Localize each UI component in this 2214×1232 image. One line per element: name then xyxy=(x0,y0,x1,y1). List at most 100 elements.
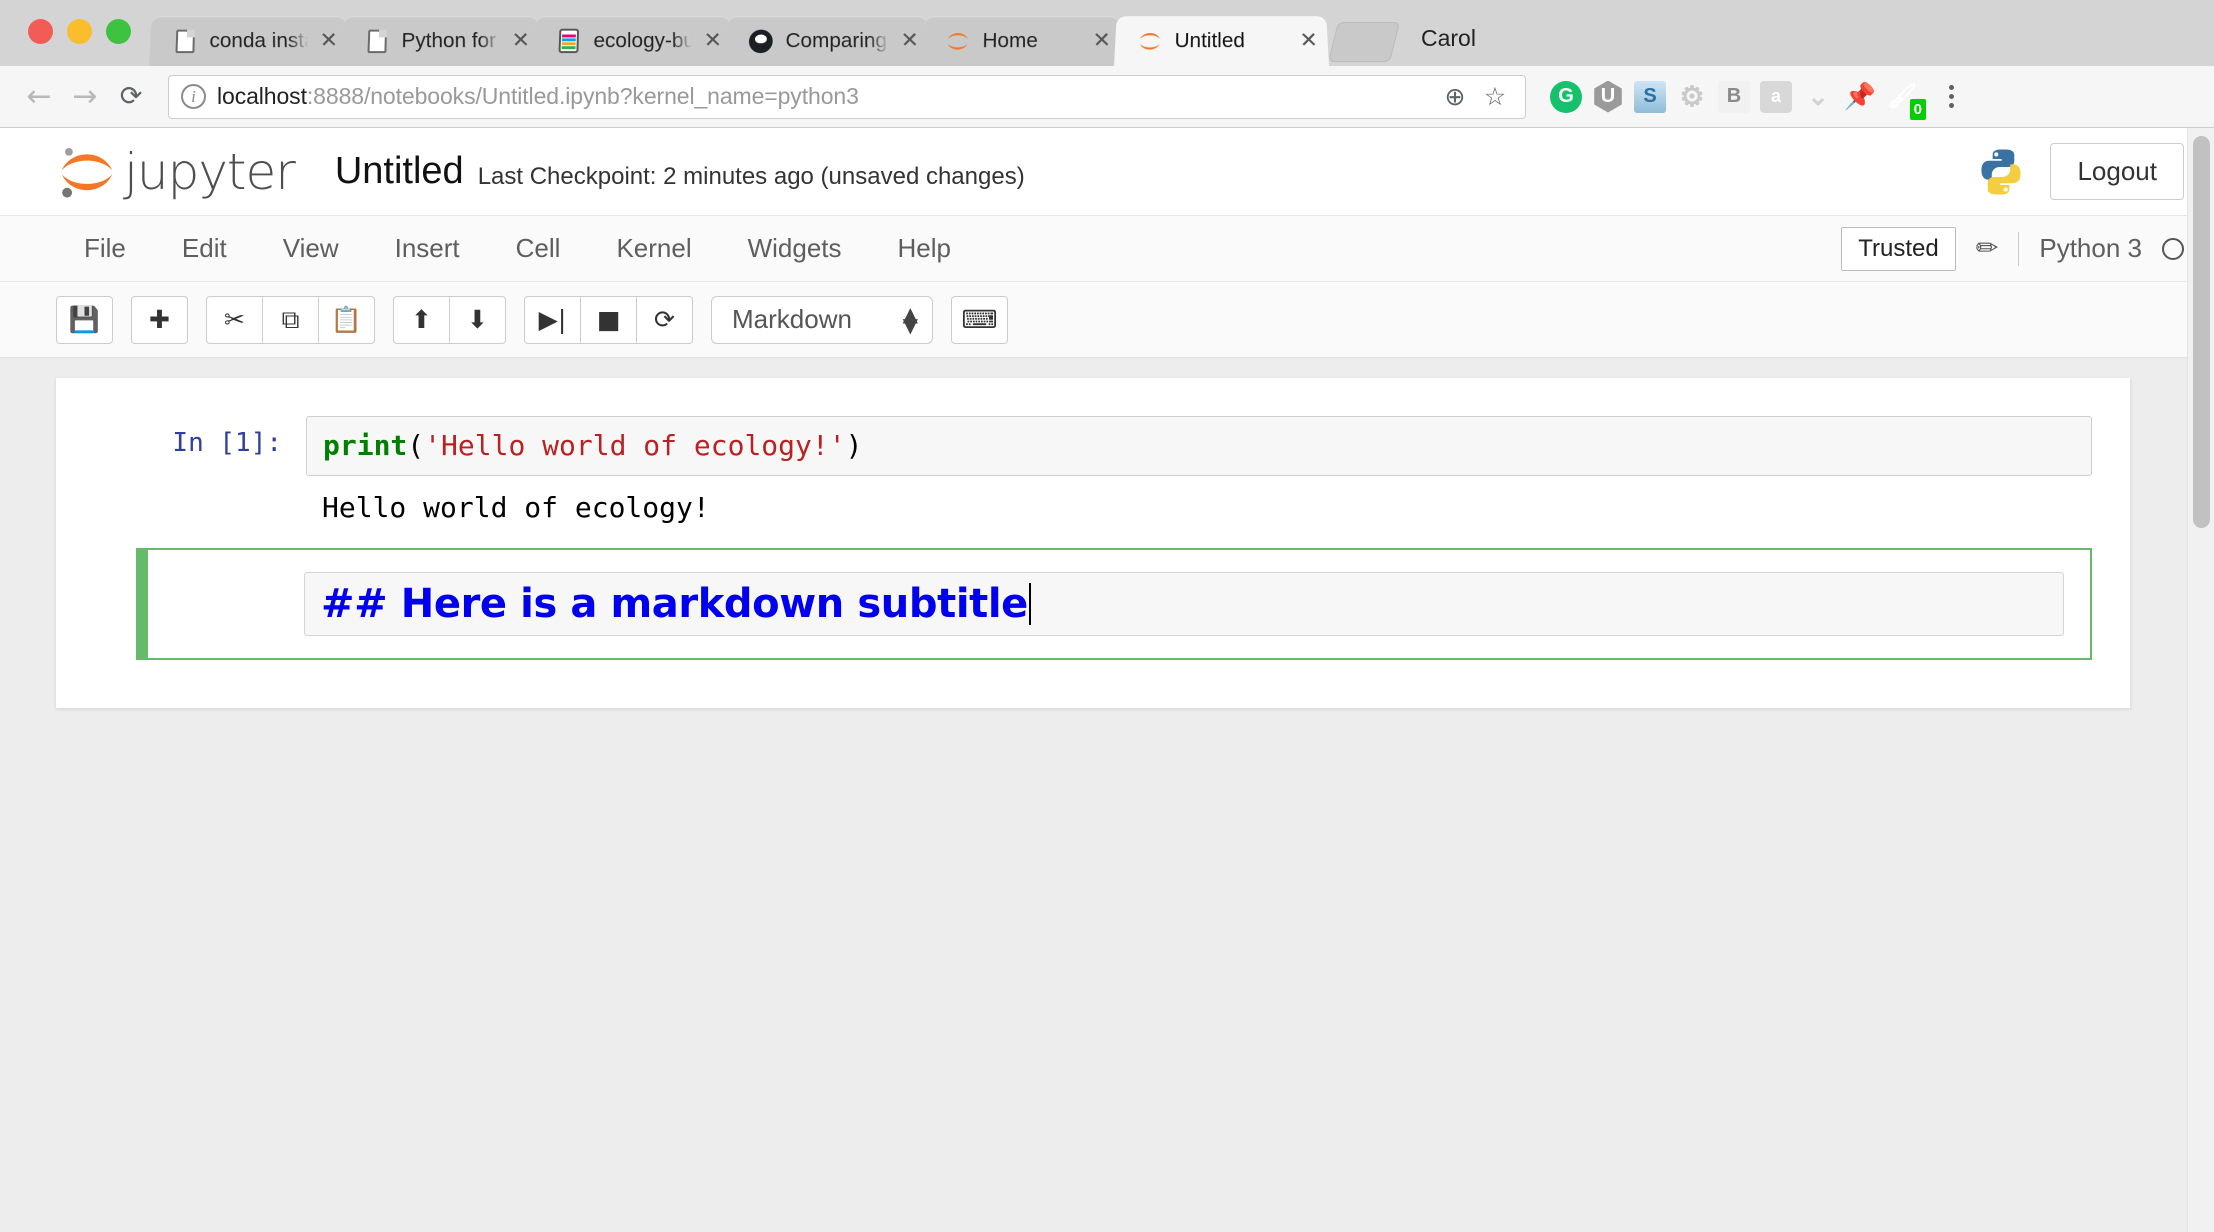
cell-type-value: Markdown xyxy=(732,304,852,335)
notebook-name[interactable]: Untitled xyxy=(335,150,464,193)
toolbar-group-run: ▶| ■ ⟳ xyxy=(524,296,693,344)
omnibox-actions: ⊕ ☆ xyxy=(1437,79,1513,115)
jupyter-wordmark[interactable]: jupyter xyxy=(124,143,295,201)
paste-cell-button[interactable]: 📋 xyxy=(318,296,375,344)
tab-title: conda install — C xyxy=(209,29,308,52)
back-button[interactable]: ← xyxy=(16,74,62,120)
header-actions: Logout xyxy=(1974,143,2184,200)
menu-widgets[interactable]: Widgets xyxy=(720,233,870,264)
s-extension-icon[interactable]: S xyxy=(1634,81,1666,113)
interrupt-kernel-button[interactable]: ■ xyxy=(580,296,637,344)
a-extension-icon[interactable]: a xyxy=(1760,81,1792,113)
logout-button[interactable]: Logout xyxy=(2050,143,2184,200)
checkpoint-status: Last Checkpoint: 2 minutes ago (unsaved … xyxy=(478,153,1025,191)
insert-cell-below-button[interactable]: ✚ xyxy=(131,296,188,344)
close-tab-icon[interactable]: ✕ xyxy=(900,30,919,51)
browser-tab-home[interactable]: Home ✕ xyxy=(922,16,1122,66)
b-extension-icon[interactable]: B xyxy=(1718,81,1750,113)
close-tab-icon[interactable]: ✕ xyxy=(1092,30,1111,51)
reload-button[interactable]: ⟳ xyxy=(108,74,154,120)
paintbrush-extension-icon[interactable]: 🖌 0 xyxy=(1886,81,1918,113)
kernel-name[interactable]: Python 3 xyxy=(2039,233,2142,264)
browser-tab-conda-install[interactable]: conda install — C ✕ xyxy=(149,16,349,66)
github-icon xyxy=(747,28,774,53)
menu-view[interactable]: View xyxy=(255,233,367,264)
gear-extension-icon[interactable]: ⚙ xyxy=(1676,81,1708,113)
forward-button[interactable]: → xyxy=(62,74,108,120)
minimize-window-button[interactable] xyxy=(67,19,92,44)
page-scrollbar[interactable] xyxy=(2187,128,2214,1232)
code-cell[interactable]: In [1]: print('Hello world of ecology!') xyxy=(56,402,2130,490)
code-cell-output: Hello world of ecology! xyxy=(56,490,2130,536)
code-token-open-paren: ( xyxy=(407,429,424,462)
close-tab-icon[interactable]: ✕ xyxy=(1299,30,1318,51)
restart-kernel-button[interactable]: ⟳ xyxy=(636,296,693,344)
browser-tabstrip: conda install — C ✕ Python for ecologi ✕… xyxy=(0,0,2214,66)
jupyter-menubar: File Edit View Insert Cell Kernel Widget… xyxy=(0,216,2214,282)
menubar-status: Trusted ✏ Python 3 xyxy=(1841,227,2184,271)
jupyter-toolbar: 💾 ✚ ✂ ⧉ 📋 ⬆ ⬇ ▶| ■ ⟳ Markdown ▲ ▼ ⌨ xyxy=(0,282,2214,358)
bookmark-star-icon[interactable]: ☆ xyxy=(1477,79,1513,115)
save-button[interactable]: 💾 xyxy=(56,296,113,344)
markdown-editor[interactable]: ## Here is a markdown subtitle xyxy=(304,572,2064,636)
browser-chrome: conda install — C ✕ Python for ecologi ✕… xyxy=(0,0,2214,128)
window-traffic-lights xyxy=(18,19,149,66)
u-extension-icon[interactable]: U xyxy=(1592,81,1624,113)
menu-cell[interactable]: Cell xyxy=(488,233,589,264)
text-cursor xyxy=(1029,583,1031,625)
pin-extension-icon[interactable]: 📌 xyxy=(1844,81,1876,113)
jupyter-logo-icon[interactable] xyxy=(56,141,118,203)
new-tab-button[interactable] xyxy=(1328,22,1400,62)
tab-title: Home xyxy=(982,29,1081,52)
toolbar-group-insert: ✚ xyxy=(131,296,188,344)
menu-file[interactable]: File xyxy=(56,233,154,264)
zoom-icon[interactable]: ⊕ xyxy=(1437,79,1473,115)
toolbar-group-save: 💾 xyxy=(56,296,113,344)
profile-name[interactable]: Carol xyxy=(1421,25,1476,52)
menu-kernel[interactable]: Kernel xyxy=(588,233,719,264)
grammarly-extension-icon[interactable]: G xyxy=(1550,81,1582,113)
command-palette-button[interactable]: ⌨ xyxy=(951,296,1008,344)
chevron-down-extension-icon[interactable]: ⌄ xyxy=(1802,81,1834,113)
input-prompt: In [1]: xyxy=(56,416,306,476)
document-icon xyxy=(363,28,389,53)
jupyter-icon xyxy=(944,28,970,53)
move-cell-up-button[interactable]: ⬆ xyxy=(393,296,450,344)
site-info-icon[interactable]: i xyxy=(181,84,206,109)
extension-badge-count: 0 xyxy=(1910,99,1926,120)
cut-cell-button[interactable]: ✂ xyxy=(206,296,263,344)
cell-type-select[interactable]: Markdown ▲ ▼ xyxy=(711,296,933,344)
kernel-idle-icon xyxy=(2162,238,2184,260)
jupyter-icon xyxy=(1137,28,1164,53)
maximize-window-button[interactable] xyxy=(106,19,131,44)
move-cell-down-button[interactable]: ⬇ xyxy=(449,296,506,344)
scrollbar-thumb[interactable] xyxy=(2193,136,2210,528)
close-window-button[interactable] xyxy=(28,19,53,44)
browser-tab-python-for-ecologists[interactable]: Python for ecologi ✕ xyxy=(341,16,541,66)
menu-edit[interactable]: Edit xyxy=(154,233,255,264)
close-tab-icon[interactable]: ✕ xyxy=(511,30,530,51)
jupyter-page: jupyter Untitled Last Checkpoint: 2 minu… xyxy=(0,128,2214,1232)
menu-insert[interactable]: Insert xyxy=(367,233,488,264)
tab-title: Python for ecologi xyxy=(401,29,500,52)
close-tab-icon[interactable]: ✕ xyxy=(319,30,338,51)
markdown-cell-selected[interactable]: ## Here is a markdown subtitle xyxy=(148,548,2092,660)
trusted-badge[interactable]: Trusted xyxy=(1841,227,1955,271)
code-editor[interactable]: print('Hello world of ecology!') xyxy=(306,416,2092,476)
chrome-menu-icon[interactable] xyxy=(1934,79,1968,115)
browser-tab-untitled[interactable]: Untitled ✕ xyxy=(1114,16,1329,66)
url-path: :8888/notebooks/Untitled.ipynb?kernel_na… xyxy=(307,83,859,109)
copy-cell-button[interactable]: ⧉ xyxy=(262,296,319,344)
run-cell-button[interactable]: ▶| xyxy=(524,296,581,344)
browser-tab-comparing-datacarpentry[interactable]: Comparing dataca ✕ xyxy=(725,16,930,66)
chevron-down-icon: ▼ xyxy=(903,320,918,331)
browser-navbar: ← → ⟳ i localhost:8888/notebooks/Untitle… xyxy=(0,66,2214,128)
address-bar[interactable]: i localhost:8888/notebooks/Untitled.ipyn… xyxy=(168,75,1526,119)
close-tab-icon[interactable]: ✕ xyxy=(703,30,722,51)
menu-help[interactable]: Help xyxy=(870,233,979,264)
edit-mode-pencil-icon: ✏ xyxy=(1976,233,1999,264)
chevron-updown-icon: ▲ ▼ xyxy=(903,309,918,331)
code-token-string: 'Hello world of ecology!' xyxy=(424,429,845,462)
browser-tab-ecology-bug-bbq[interactable]: ecology-bug-bbq ✕ xyxy=(533,16,733,66)
code-token-close-paren: ) xyxy=(846,429,863,462)
